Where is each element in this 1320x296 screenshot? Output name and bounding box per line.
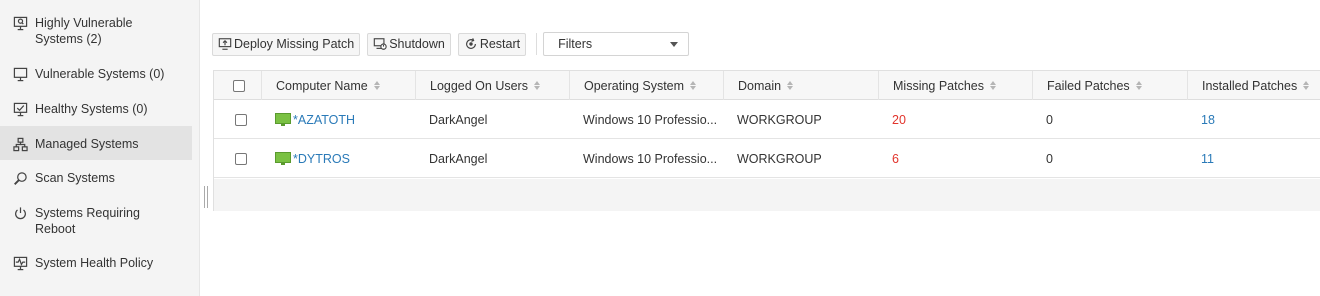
vulnerable-monitor-icon — [12, 15, 28, 31]
shutdown-button[interactable]: Shutdown — [367, 32, 451, 56]
column-computer-name[interactable]: Computer Name — [261, 71, 415, 100]
chevron-down-icon — [670, 41, 679, 47]
computer-name-cell: * AZATOTH — [275, 100, 415, 139]
column-label: Failed Patches — [1047, 78, 1130, 93]
power-icon — [12, 205, 28, 221]
missing-patches-cell[interactable]: 6 — [892, 139, 1032, 178]
column-label: Missing Patches — [893, 78, 985, 93]
failed-patches-cell: 0 — [1046, 151, 1053, 166]
nav-label: Vulnerable Systems (0) — [35, 67, 165, 81]
computer-name-link[interactable]: DYTROS — [298, 152, 350, 166]
sidebar: Highly Vulnerable Systems (2) Vulnerable… — [0, 0, 200, 296]
computer-monitor-icon — [275, 151, 291, 165]
nav-system-health-policy[interactable]: System Health Policy — [0, 255, 192, 273]
table-header: Computer Name Logged On Users Operating … — [214, 71, 1320, 100]
computer-monitor-icon — [275, 112, 291, 126]
column-operating-system[interactable]: Operating System — [569, 71, 723, 100]
nav-label: System Health Policy — [35, 256, 154, 270]
column-missing-patches[interactable]: Missing Patches — [878, 71, 1032, 100]
shutdown-label: Shutdown — [389, 37, 445, 51]
health-policy-icon — [12, 255, 28, 271]
computer-name-link[interactable]: AZATOTH — [298, 113, 355, 127]
sort-icon — [373, 81, 380, 90]
sort-icon — [990, 81, 997, 90]
deploy-missing-patch-label: Deploy Missing Patch — [234, 37, 355, 51]
nav-label-line2: Reboot — [35, 222, 76, 236]
row-select-cell — [235, 100, 249, 139]
nav-label: Highly Vulnerable — [35, 16, 133, 30]
deploy-icon — [218, 38, 232, 50]
nav-managed-systems[interactable]: Managed Systems — [0, 126, 192, 160]
logged-on-user-cell: DarkAngel — [429, 151, 488, 166]
column-domain[interactable]: Domain — [723, 71, 878, 100]
nav-systems-requiring-reboot[interactable]: Systems Requiring Reboot — [0, 205, 192, 241]
column-logged-on-users[interactable]: Logged On Users — [415, 71, 569, 100]
logged-on-user-cell: DarkAngel — [429, 112, 488, 127]
table-row[interactable]: * DYTROS DarkAngel Windows 10 Professio.… — [214, 139, 1320, 178]
deploy-missing-patch-button[interactable]: Deploy Missing Patch — [212, 32, 361, 56]
sort-icon — [1135, 81, 1142, 90]
column-label: Computer Name — [276, 78, 368, 93]
table-footer-area — [214, 179, 1320, 211]
monitor-icon — [12, 66, 28, 82]
missing-patches-cell[interactable]: 20 — [892, 100, 1032, 139]
operating-system-cell: Windows 10 Professio... — [583, 112, 718, 127]
select-all-cell — [214, 71, 264, 100]
table-row[interactable]: * AZATOTH DarkAngel Windows 10 Professio… — [214, 100, 1320, 139]
installed-patches-cell[interactable]: 11 — [1201, 139, 1320, 178]
select-all-checkbox[interactable] — [233, 79, 245, 92]
nav-healthy-systems[interactable]: Healthy Systems (0) — [0, 101, 192, 119]
healthy-monitor-icon — [12, 101, 28, 117]
restart-button[interactable]: Restart — [457, 32, 527, 56]
nav-label: Scan Systems — [35, 171, 115, 185]
nav-vulnerable-systems[interactable]: Vulnerable Systems (0) — [0, 66, 192, 84]
column-label: Operating System — [584, 78, 685, 93]
nav-label: Healthy Systems (0) — [35, 102, 148, 116]
sort-icon — [533, 81, 540, 90]
column-failed-patches[interactable]: Failed Patches — [1032, 71, 1187, 100]
network-icon — [12, 136, 28, 152]
column-installed-patches[interactable]: Installed Patches — [1187, 71, 1320, 100]
domain-cell: WORKGROUP — [737, 112, 822, 127]
nav-label: Systems Requiring — [35, 206, 140, 220]
operating-system-cell: Windows 10 Professio... — [583, 151, 718, 166]
nav-label-line2: Systems (2) — [35, 32, 102, 46]
column-label: Logged On Users — [430, 78, 528, 93]
column-label: Installed Patches — [1202, 78, 1298, 93]
restart-icon — [465, 38, 476, 49]
domain-cell: WORKGROUP — [737, 151, 822, 166]
sort-icon — [690, 81, 697, 90]
shutdown-monitor-icon — [373, 38, 387, 50]
filters-dropdown[interactable]: Filters — [543, 32, 690, 56]
toolbar-divider — [536, 33, 538, 55]
nav-highly-vulnerable-systems[interactable]: Highly Vulnerable Systems (2) — [0, 15, 192, 51]
sort-icon — [1303, 81, 1310, 90]
nav-scan-systems[interactable]: Scan Systems — [0, 170, 192, 188]
action-toolbar: Deploy Missing Patch Shutdown Restart Fi… — [212, 32, 690, 56]
restart-label: Restart — [479, 37, 521, 51]
installed-patches-cell[interactable]: 18 — [1201, 100, 1320, 139]
failed-patches-cell: 0 — [1046, 112, 1053, 127]
column-label: Domain — [738, 78, 782, 93]
search-icon — [12, 170, 28, 186]
sort-icon — [787, 81, 794, 90]
row-checkbox[interactable] — [235, 152, 247, 165]
pane-splitter-handle[interactable] — [203, 186, 209, 208]
filters-label: Filters — [558, 37, 593, 51]
nav-label: Managed Systems — [35, 137, 139, 151]
computer-name-cell: * DYTROS — [275, 139, 415, 178]
row-checkbox[interactable] — [235, 113, 247, 126]
row-select-cell — [235, 139, 249, 178]
systems-table: Computer Name Logged On Users Operating … — [213, 70, 1320, 211]
